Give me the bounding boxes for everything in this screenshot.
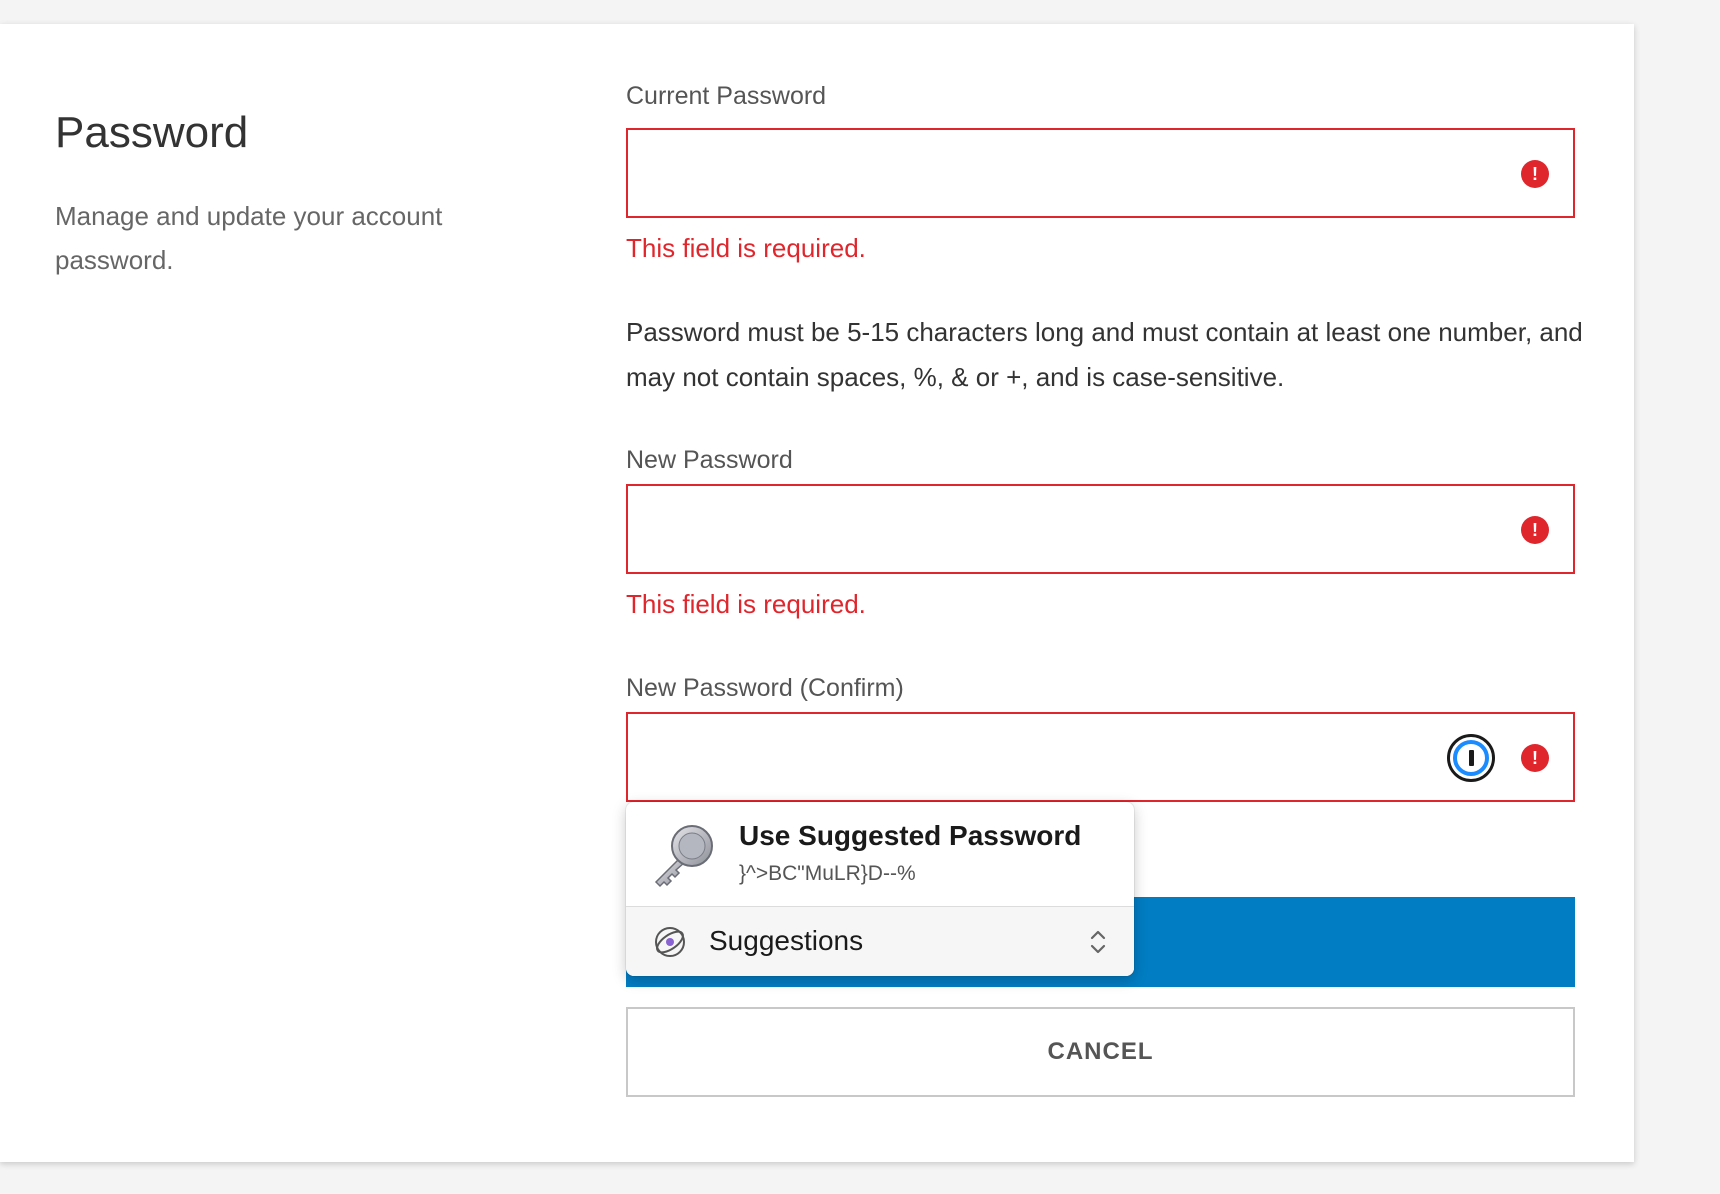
- suggested-password-value: }^>BC"MuLR}D--%: [739, 862, 916, 885]
- suggestions-menu[interactable]: Suggestions: [626, 907, 1134, 976]
- confirm-password-label: New Password (Confirm): [626, 674, 904, 702]
- section-description: Manage and update your account password.: [55, 201, 443, 275]
- new-password-field[interactable]: !: [626, 484, 1575, 574]
- error-icon: !: [1521, 744, 1549, 772]
- new-password-error: This field is required.: [626, 589, 866, 619]
- password-manager-icon[interactable]: [1447, 734, 1495, 782]
- password-manager-bar: [1468, 750, 1474, 766]
- current-password-label: Current Password: [626, 82, 827, 110]
- chevron-up-down-icon: [1090, 930, 1106, 954]
- password-rules-text: Password must be 5-15 characters long an…: [626, 317, 1583, 392]
- suggestions-label: Suggestions: [709, 925, 864, 956]
- use-suggested-password-title: Use Suggested Password: [739, 820, 1082, 851]
- current-password-field[interactable]: !: [626, 128, 1575, 218]
- cancel-button[interactable]: CANCEL: [626, 1007, 1575, 1097]
- password-manager-ring: [1453, 740, 1489, 776]
- current-password-error: This field is required.: [626, 233, 866, 263]
- section-title: Password: [55, 108, 249, 157]
- current-password-input[interactable]: [628, 130, 1573, 216]
- error-icon: !: [1521, 516, 1549, 544]
- new-password-label: New Password: [626, 446, 793, 474]
- new-password-input[interactable]: [628, 486, 1573, 572]
- suggestions-icon: [655, 927, 685, 957]
- key-icon: [654, 825, 713, 888]
- confirm-password-input[interactable]: [628, 714, 1573, 800]
- password-suggestion-popup: Use Suggested Password }^>BC"MuLR}D--% S…: [626, 802, 1134, 976]
- use-suggested-password-option[interactable]: Use Suggested Password }^>BC"MuLR}D--%: [626, 802, 1134, 907]
- error-icon: !: [1521, 160, 1549, 188]
- confirm-password-field[interactable]: !: [626, 712, 1575, 802]
